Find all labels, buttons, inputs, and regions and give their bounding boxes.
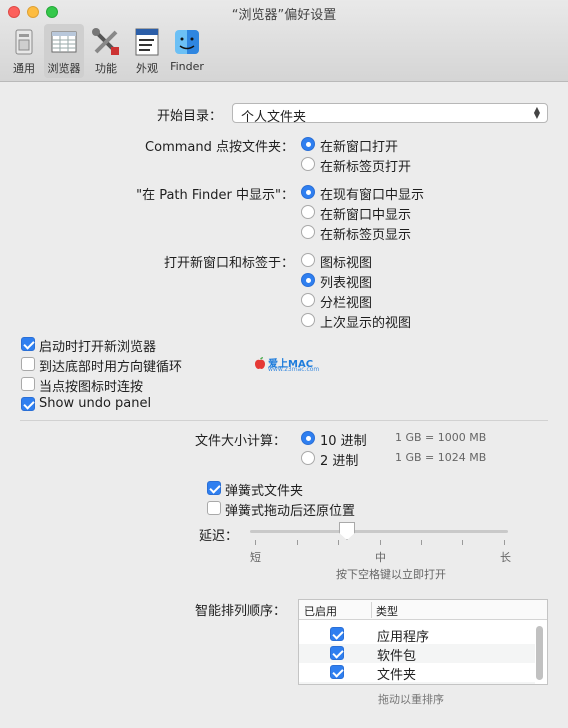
chevron-updown-icon: ▲ ▼ [533, 105, 541, 120]
finder-icon [175, 30, 199, 54]
row-type: 软件包 [377, 649, 417, 664]
command-click-label: Command 点按文件夹： [145, 140, 294, 155]
delay-tick-mid: 中 [375, 551, 386, 564]
checkbox-undo-panel[interactable] [21, 397, 35, 411]
open-new-as-radio-3[interactable] [301, 313, 315, 327]
show-in-pf-radio-0[interactable] [301, 185, 315, 199]
column-divider [371, 602, 372, 618]
tab-tools[interactable]: 功能 [86, 24, 126, 78]
row-enabled-checkbox[interactable] [330, 627, 344, 641]
table-row[interactable]: 软件包 [299, 644, 535, 664]
file-size-option-0[interactable]: 10 进制 [320, 430, 367, 449]
open-new-as-option-0[interactable]: 图标视图 [320, 252, 372, 271]
table-row[interactable]: 应用程序 [299, 625, 535, 645]
checkbox-spring-folders-label[interactable]: 弹簧式文件夹 [225, 480, 303, 499]
show-in-pf-option-1[interactable]: 在新窗口中显示 [320, 204, 411, 223]
tab-browser-label: 浏览器 [47, 62, 81, 75]
show-in-pf-label: "在 Path Finder 中显示"： [136, 188, 294, 203]
row-type: 文件 [377, 683, 403, 684]
tab-tools-label: 功能 [95, 62, 117, 75]
open-new-as-radio-0[interactable] [301, 253, 315, 267]
open-new-as-option-3[interactable]: 上次显示的视图 [320, 312, 411, 331]
show-in-pf-radio-2[interactable] [301, 225, 315, 239]
column-enabled[interactable]: 已启用 [304, 603, 337, 619]
checkbox-arrow-wrap[interactable] [21, 357, 35, 371]
table-scrollbar[interactable] [536, 626, 543, 680]
tab-finder[interactable]: Finder [167, 24, 207, 78]
appearance-icon [135, 28, 159, 56]
slider-tick [338, 540, 339, 545]
delay-tick-long: 长 [500, 551, 511, 564]
row-enabled-checkbox[interactable] [330, 665, 344, 679]
delay-slider-thumb[interactable] [339, 522, 355, 540]
slider-tick [462, 540, 463, 545]
slider-tick [297, 540, 298, 545]
table-header: 已启用 类型 [299, 600, 547, 620]
tab-appearance[interactable]: 外观 [127, 24, 167, 78]
open-new-as-option-2[interactable]: 分栏视图 [320, 292, 372, 311]
checkbox-click-icon[interactable] [21, 377, 35, 391]
checkbox-spring-restore[interactable] [207, 501, 221, 515]
slider-tick [504, 540, 505, 545]
file-size-label: 文件大小计算： [194, 434, 286, 449]
start-dir-label: 开始目录： [156, 109, 222, 124]
checkbox-click-icon-label[interactable]: 当点按图标时连按 [39, 376, 143, 395]
show-in-pf-option-2[interactable]: 在新标签页显示 [320, 224, 411, 243]
checkbox-arrow-wrap-label[interactable]: 到达底部时用方向键循环 [39, 356, 182, 375]
slider-tick [255, 540, 256, 545]
command-click-option-0[interactable]: 在新窗口打开 [320, 136, 398, 155]
open-new-as-radio-2[interactable] [301, 293, 315, 307]
start-dir-value: 个人文件夹 [241, 110, 307, 125]
row-type: 文件夹 [377, 668, 417, 683]
column-type[interactable]: 类型 [376, 603, 398, 619]
tab-appearance-label: 外观 [136, 62, 158, 75]
tab-general[interactable]: 通用 [4, 24, 44, 78]
row-type: 应用程序 [377, 630, 430, 645]
command-click-radio-1[interactable] [301, 157, 315, 171]
watermark-url: www.23mac.com [268, 366, 320, 373]
show-in-pf-option-0[interactable]: 在现有窗口中显示 [320, 184, 424, 203]
preferences-window: “浏览器”偏好设置 通用 浏览器 功能 外观 Finder 开始目录： 个人文件… [0, 0, 568, 728]
tab-browser[interactable]: 浏览器 [44, 24, 84, 78]
row-enabled-checkbox[interactable] [330, 646, 344, 660]
row-enabled-checkbox[interactable] [330, 684, 344, 685]
delay-tick-short: 短 [250, 551, 261, 564]
section-divider [20, 420, 548, 421]
open-new-as-label: 打开新窗口和标签于： [163, 256, 294, 271]
slider-tick [380, 540, 381, 545]
file-size-radio-0[interactable] [301, 431, 315, 445]
command-click-option-1[interactable]: 在新标签页打开 [320, 156, 411, 175]
tab-finder-label: Finder [170, 60, 204, 73]
file-size-option-1[interactable]: 2 进制 [320, 450, 358, 469]
slider-tick [421, 540, 422, 545]
checkbox-spring-folders[interactable] [207, 481, 221, 495]
general-icon [15, 29, 33, 55]
window-title: “浏览器”偏好设置 [231, 8, 337, 23]
start-dir-select[interactable]: 个人文件夹 ▲ ▼ [232, 103, 548, 125]
smart-sort-table: 已启用 类型 应用程序 软件包 文件夹 文件 [298, 599, 548, 685]
tools-icon [92, 28, 119, 55]
delay-label: 延迟： [198, 529, 238, 544]
checkbox-open-browser-on-launch[interactable] [21, 337, 35, 351]
table-row[interactable]: 文件夹 [299, 663, 535, 683]
delay-slider-track[interactable] [250, 530, 508, 533]
file-size-note-1: 1 GB = 1024 MB [395, 451, 487, 464]
file-size-note-0: 1 GB = 1000 MB [395, 431, 487, 444]
title-bar: “浏览器”偏好设置 通用 浏览器 功能 外观 Finder [0, 0, 568, 82]
browser-icon [51, 31, 77, 53]
delay-hint: 按下空格键以立即打开 [336, 568, 446, 581]
checkbox-spring-restore-label[interactable]: 弹簧式拖动后还原位置 [225, 500, 355, 519]
file-size-radio-1[interactable] [301, 451, 315, 465]
checkbox-open-browser-on-launch-label[interactable]: 启动时打开新浏览器 [39, 336, 156, 355]
command-click-radio-0[interactable] [301, 137, 315, 151]
open-new-as-radio-1[interactable] [301, 273, 315, 287]
show-in-pf-radio-1[interactable] [301, 205, 315, 219]
smart-sort-footer: 拖动以重排序 [378, 693, 444, 706]
tab-general-label: 通用 [13, 62, 35, 75]
checkbox-undo-panel-label[interactable]: Show undo panel [39, 396, 151, 411]
apple-logo-icon [255, 357, 265, 369]
smart-sort-label: 智能排列顺序： [194, 604, 286, 619]
table-row[interactable]: 文件 [299, 682, 535, 685]
open-new-as-option-1[interactable]: 列表视图 [320, 272, 372, 291]
